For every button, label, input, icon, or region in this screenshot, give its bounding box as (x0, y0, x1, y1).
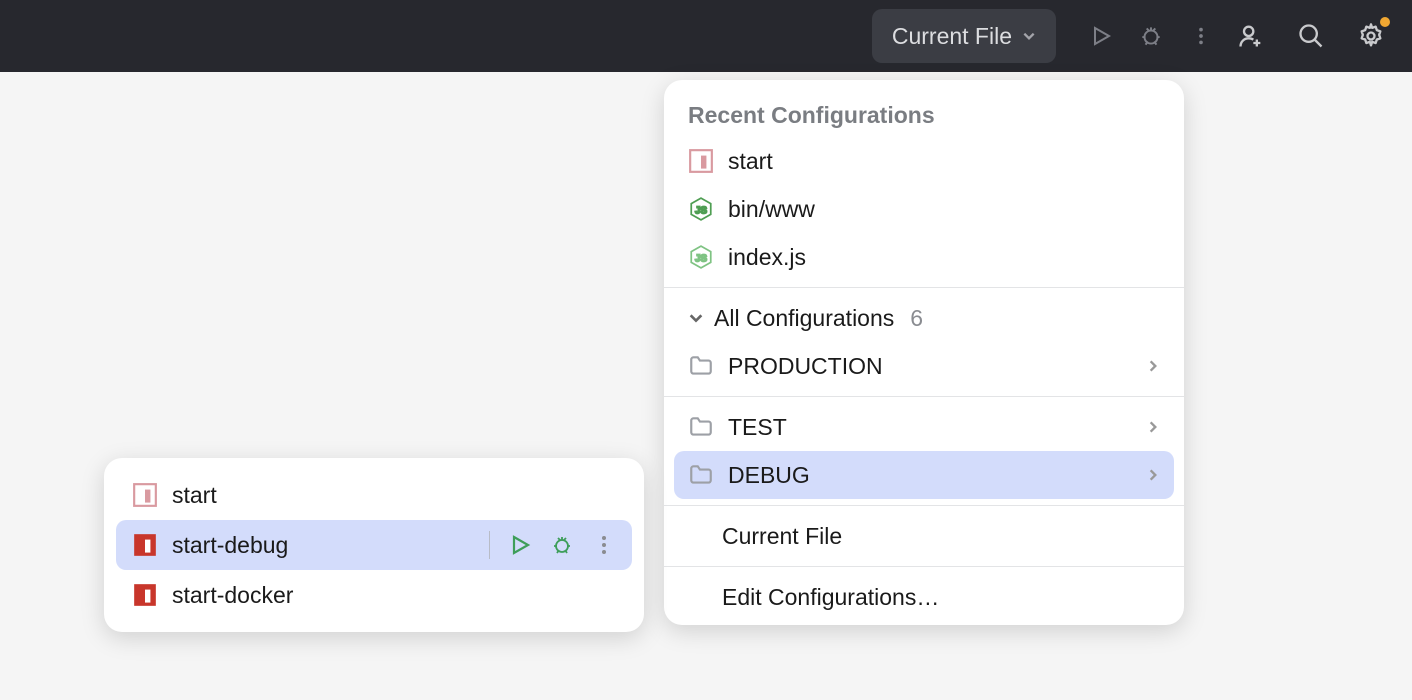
chevron-right-icon (1146, 420, 1160, 434)
debug-submenu: start start-debug start-docker (104, 458, 644, 632)
debug-button[interactable] (1126, 11, 1176, 61)
npm-icon (132, 582, 158, 608)
recent-config-item[interactable]: JS index.js (664, 233, 1184, 281)
svg-text:JS: JS (695, 253, 707, 264)
toolbar: Current File (0, 0, 1412, 72)
recent-config-item[interactable]: JS bin/www (664, 185, 1184, 233)
more-button[interactable] (1176, 11, 1226, 61)
chevron-down-icon (688, 310, 704, 326)
npm-icon (132, 482, 158, 508)
edit-configs-label: Edit Configurations… (722, 584, 939, 611)
edit-configs-item[interactable]: Edit Configurations… (664, 573, 1184, 621)
svg-text:JS: JS (695, 205, 707, 216)
config-label: start (728, 148, 773, 175)
submenu-config-item[interactable]: start-docker (116, 570, 632, 620)
config-label: start-docker (172, 582, 293, 609)
current-file-label: Current File (722, 523, 842, 550)
all-configs-header[interactable]: All Configurations 6 (664, 294, 1184, 342)
more-icon[interactable] (592, 533, 616, 557)
submenu-config-item[interactable]: start-debug (116, 520, 632, 570)
current-file-item[interactable]: Current File (664, 512, 1184, 560)
config-label: bin/www (728, 196, 815, 223)
chevron-down-icon (1022, 29, 1036, 43)
run-icon[interactable] (508, 533, 532, 557)
config-folder-item[interactable]: DEBUG (674, 451, 1174, 499)
run-config-selector[interactable]: Current File (872, 9, 1056, 63)
config-label: start-debug (172, 532, 288, 559)
chevron-right-icon (1146, 468, 1160, 482)
settings-button[interactable] (1346, 11, 1396, 61)
folder-label: TEST (728, 414, 787, 441)
config-label: index.js (728, 244, 806, 271)
folder-icon (688, 462, 714, 488)
chevron-right-icon (1146, 359, 1160, 373)
nodejs-icon: JS (688, 244, 714, 270)
divider (664, 505, 1184, 506)
config-folder-item[interactable]: PRODUCTION (664, 342, 1184, 390)
folder-icon (688, 353, 714, 379)
npm-icon (132, 532, 158, 558)
debug-icon[interactable] (550, 533, 574, 557)
folder-label: PRODUCTION (728, 353, 883, 380)
all-configs-count: 6 (910, 305, 923, 332)
run-button[interactable] (1076, 11, 1126, 61)
divider (664, 566, 1184, 567)
all-configs-label: All Configurations (714, 305, 894, 332)
divider (664, 287, 1184, 288)
action-group (489, 531, 616, 559)
config-folder-item[interactable]: TEST (664, 403, 1184, 451)
divider (664, 396, 1184, 397)
folder-icon (688, 414, 714, 440)
folder-label: DEBUG (728, 462, 810, 489)
run-config-label: Current File (892, 23, 1012, 50)
toolbar-right (1226, 11, 1396, 61)
add-user-button[interactable] (1226, 11, 1276, 61)
npm-icon (688, 148, 714, 174)
action-divider (489, 531, 490, 559)
search-button[interactable] (1286, 11, 1336, 61)
recent-config-item[interactable]: start (664, 137, 1184, 185)
recent-configs-header: Recent Configurations (664, 92, 1184, 137)
config-label: start (172, 482, 217, 509)
nodejs-icon: JS (688, 196, 714, 222)
submenu-config-item[interactable]: start (116, 470, 632, 520)
run-config-dropdown: Recent Configurations start JS bin/www J… (664, 80, 1184, 625)
